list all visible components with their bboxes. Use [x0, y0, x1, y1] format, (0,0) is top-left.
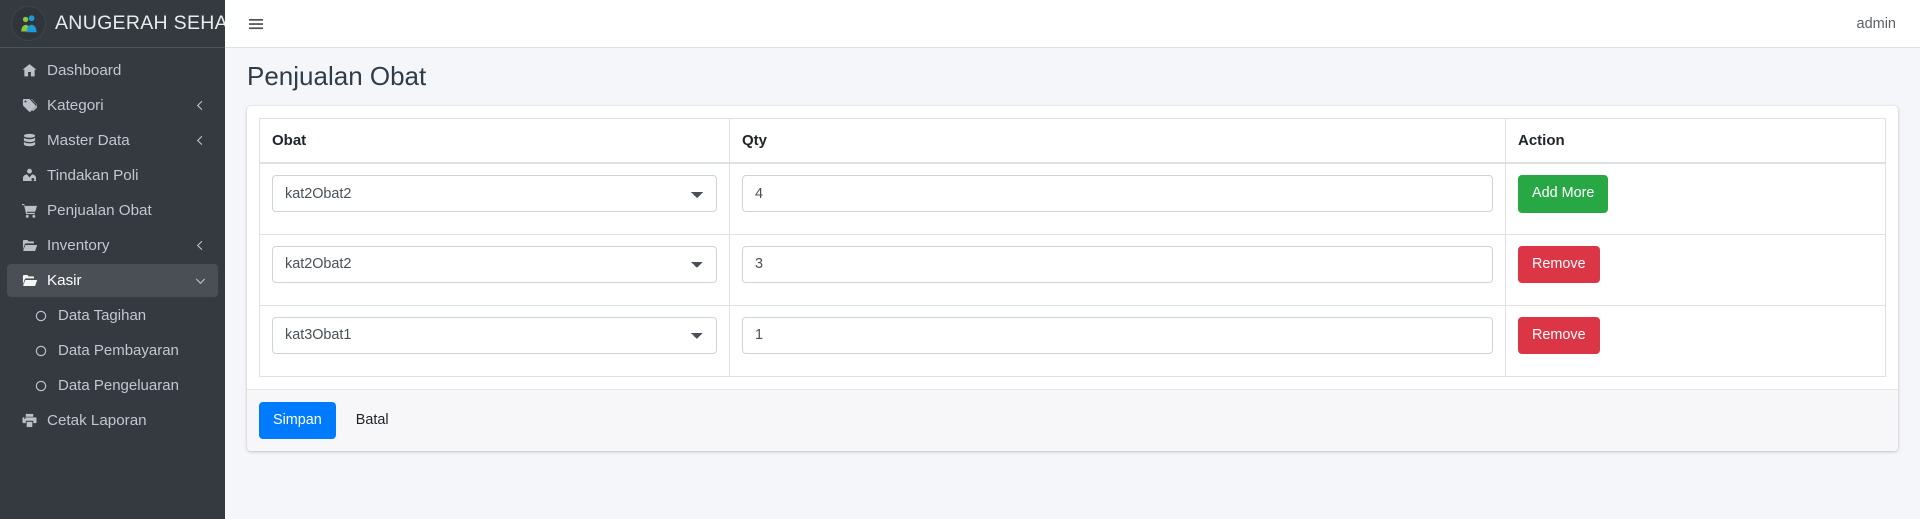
- table-header-row: Obat Qty Action: [259, 118, 1886, 165]
- card-body: Obat Qty Action kat2Obat2kat3Obat1 Add Mo…: [247, 106, 1898, 389]
- sidebar-link-data-pengeluaran[interactable]: Data Pengeluaran: [7, 369, 218, 402]
- penjualan-table: Obat Qty Action kat2Obat2kat3Obat1 Add Mo…: [259, 118, 1886, 377]
- obat-select[interactable]: kat2Obat2kat3Obat1: [272, 175, 717, 213]
- obat-select[interactable]: kat2Obat2kat3Obat1: [272, 316, 717, 354]
- cell-action: Remove: [1505, 304, 1886, 377]
- qty-input[interactable]: [742, 245, 1493, 283]
- remove-button[interactable]: Remove: [1518, 245, 1600, 284]
- circle-icon: [31, 380, 51, 392]
- user-menu-admin[interactable]: admin: [1851, 10, 1903, 38]
- table-row: kat2Obat2kat3Obat1 Add More: [259, 162, 1886, 235]
- folder-open-icon: [19, 273, 40, 288]
- app-root: ANUGERAH SEHAT Dashboard Kategori Master D…: [0, 0, 1920, 519]
- sidebar-item-label: Data Tagihan: [58, 307, 147, 324]
- footer-buttons: Simpan Batal: [259, 401, 1886, 440]
- sidebar-link-data-tagihan[interactable]: Data Tagihan: [7, 299, 218, 332]
- topbar: admin: [225, 0, 1920, 48]
- people-logo-icon: [12, 7, 45, 40]
- sidebar-link-dashboard[interactable]: Dashboard: [7, 54, 218, 87]
- sidebar: ANUGERAH SEHAT Dashboard Kategori Master D…: [0, 0, 225, 519]
- sidebar-item-label: Master Data: [47, 132, 130, 149]
- save-button[interactable]: Simpan: [259, 401, 336, 440]
- obat-select[interactable]: kat2Obat2kat3Obat1: [272, 245, 717, 283]
- brand-link[interactable]: ANUGERAH SEHAT: [0, 0, 225, 48]
- cell-action: Remove: [1505, 233, 1886, 306]
- table-row: kat2Obat2kat3Obat1 Remove: [259, 304, 1886, 377]
- table-head: Obat Qty Action: [259, 118, 1886, 165]
- chevron-left-icon: [195, 135, 206, 146]
- sidebar-link-inventory[interactable]: Inventory: [7, 229, 218, 262]
- add-more-button[interactable]: Add More: [1518, 175, 1609, 213]
- sidebar-link-data-pembayaran[interactable]: Data Pembayaran: [7, 334, 218, 367]
- page-title: Penjualan Obat: [247, 61, 427, 91]
- content-body: Obat Qty Action kat2Obat2kat3Obat1 Add Mo…: [225, 98, 1920, 452]
- sidebar-item-data-tagihan[interactable]: Data Tagihan: [7, 299, 218, 332]
- circle-icon: [31, 310, 51, 322]
- sidebar-item-penjualan-obat[interactable]: Penjualan Obat: [7, 194, 218, 227]
- chevron-left-icon: [195, 100, 206, 111]
- page-header: Penjualan Obat: [247, 48, 1898, 98]
- column-header-action: Action: [1505, 118, 1886, 165]
- remove-button[interactable]: Remove: [1518, 316, 1600, 355]
- sidebar-item-label: Dashboard: [47, 62, 122, 79]
- sidebar-item-label: Tindakan Poli: [47, 167, 139, 184]
- sidebar-item-tindakan-poli[interactable]: Tindakan Poli: [7, 159, 218, 192]
- brand-name: ANUGERAH SEHAT: [55, 12, 225, 34]
- cell-obat: kat2Obat2kat3Obat1: [259, 233, 730, 306]
- table-body: kat2Obat2kat3Obat1Add Morekat2Obat2kat3O…: [259, 162, 1886, 377]
- folder-open-icon: [19, 238, 40, 253]
- cell-qty: [729, 233, 1506, 306]
- sidebar-item-kasir[interactable]: Kasir: [7, 264, 218, 297]
- sidebar-item-dashboard[interactable]: Dashboard: [7, 54, 218, 87]
- sidebar-item-label: Kategori: [47, 97, 104, 114]
- sidebar-link-kategori[interactable]: Kategori: [7, 89, 218, 122]
- chevron-down-icon: [195, 275, 206, 286]
- cell-action: Add More: [1505, 162, 1886, 235]
- cell-obat: kat2Obat2kat3Obat1: [259, 304, 730, 377]
- cancel-button[interactable]: Batal: [342, 402, 403, 440]
- card-footer: Simpan Batal: [247, 388, 1898, 452]
- home-icon: [19, 63, 40, 78]
- sidebar-item-label: Cetak Laporan: [47, 412, 147, 429]
- content-wrapper: admin Penjualan Obat Obat Qty Action kat…: [225, 0, 1920, 519]
- penjualan-card: Obat Qty Action kat2Obat2kat3Obat1 Add Mo…: [247, 106, 1898, 452]
- sidebar-item-label: Inventory: [47, 237, 110, 254]
- circle-icon: [31, 345, 51, 357]
- chevron-left-icon: [195, 240, 206, 251]
- cell-qty: [729, 162, 1506, 235]
- sidebar-item-label: Data Pengeluaran: [58, 377, 179, 394]
- cell-qty: [729, 304, 1506, 377]
- sidebar-item-data-pembayaran[interactable]: Data Pembayaran: [7, 334, 218, 367]
- sidebar-item-master-data[interactable]: Master Data: [7, 124, 218, 157]
- sidebar-item-cetak-laporan[interactable]: Cetak Laporan: [7, 404, 218, 437]
- qty-input[interactable]: [742, 316, 1493, 354]
- sidebar-link-master-data[interactable]: Master Data: [7, 124, 218, 157]
- sidebar-item-label: Penjualan Obat: [47, 202, 152, 219]
- database-icon: [19, 133, 40, 148]
- table-row: kat2Obat2kat3Obat1 Remove: [259, 233, 1886, 306]
- column-header-qty: Qty: [729, 118, 1506, 165]
- hamburger-icon[interactable]: [239, 10, 273, 38]
- sidebar-item-label: Data Pembayaran: [58, 342, 179, 359]
- tag-icon: [19, 98, 40, 113]
- print-icon: [19, 413, 40, 428]
- sidebar-link-penjualan-obat[interactable]: Penjualan Obat: [7, 194, 218, 227]
- sidebar-link-tindakan-poli[interactable]: Tindakan Poli: [7, 159, 218, 192]
- user-md-icon: [19, 168, 40, 183]
- qty-input[interactable]: [742, 175, 1493, 213]
- sidebar-item-data-pengeluaran[interactable]: Data Pengeluaran: [7, 369, 218, 402]
- sidebar-item-inventory[interactable]: Inventory: [7, 229, 218, 262]
- sidebar-link-cetak-laporan[interactable]: Cetak Laporan: [7, 404, 218, 437]
- sidebar-item-label: Kasir: [47, 272, 82, 289]
- sidebar-item-kategori[interactable]: Kategori: [7, 89, 218, 122]
- cart-icon: [19, 203, 40, 218]
- column-header-obat: Obat: [259, 118, 730, 165]
- sidebar-link-kasir[interactable]: Kasir: [7, 264, 218, 297]
- cell-obat: kat2Obat2kat3Obat1: [259, 162, 730, 235]
- sidebar-nav: Dashboard Kategori Master Data Tindakan Pol…: [0, 48, 225, 437]
